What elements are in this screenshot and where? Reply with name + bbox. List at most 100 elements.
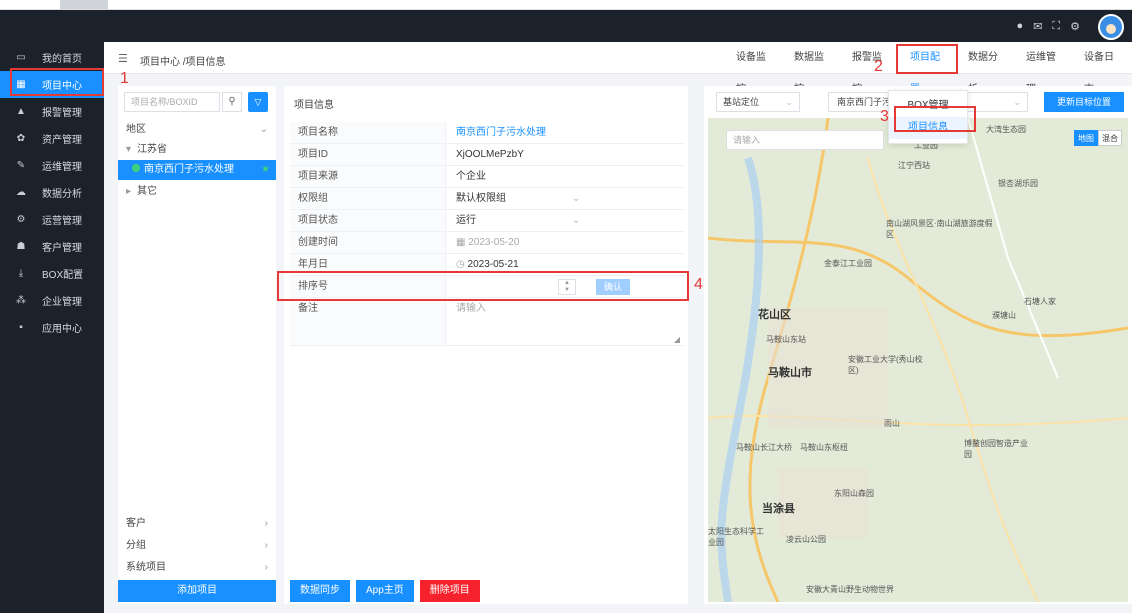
tree-region-header[interactable]: 地区 ⌄ <box>118 120 276 140</box>
group-system[interactable]: 系统项目 › <box>118 558 276 578</box>
browser-chrome <box>0 0 1132 10</box>
sidebar-item-asset[interactable]: ✿ 资产管理 <box>0 125 104 152</box>
asset-icon: ✿ <box>16 133 26 144</box>
location-mode-value: 基站定位 <box>723 97 760 107</box>
callout-number: 3 <box>880 108 889 125</box>
sidebar-item-label: 报警管理 <box>42 108 82 119</box>
tree-other[interactable]: ▸ 其它 <box>118 182 276 202</box>
map-mode-button[interactable]: 地图 <box>1074 130 1098 146</box>
nav-device-monitor[interactable]: 设备监控 <box>726 42 784 95</box>
field-label: 项目名称 <box>290 122 446 143</box>
project-search-input[interactable]: 项目名称/BOXID <box>124 92 220 112</box>
avatar[interactable] <box>1098 14 1124 40</box>
calendar-icon: ▦ <box>456 237 469 248</box>
sidebar-item-alarm[interactable]: ▲ 报警管理 <box>0 98 104 125</box>
map-label: 南山湖风景区·南山湖旅游度假区 <box>886 219 993 239</box>
project-id-value: XjOOLMePzbY <box>456 149 524 160</box>
map-label: 马鞍山长江大桥 <box>736 443 792 452</box>
settings-icon[interactable]: ⚙ <box>1070 20 1080 33</box>
clock-icon: ◷ <box>456 259 468 270</box>
group-customer[interactable]: 客户 › <box>118 514 276 534</box>
callout-number: 2 <box>874 58 883 75</box>
sync-data-button[interactable]: 数据同步 <box>290 580 350 602</box>
tree-province-label: 江苏省 <box>137 144 168 155</box>
delete-project-button[interactable]: 删除项目 <box>419 580 480 602</box>
org-icon: ⁂ <box>16 295 26 306</box>
status-select[interactable]: 运行 ⌄ <box>446 210 684 231</box>
map-label: 石塘人家 <box>1024 297 1056 306</box>
callout-number: 4 <box>694 276 703 293</box>
sidebar-item-label: 企业管理 <box>42 297 82 308</box>
map-search-input[interactable]: 请输入 <box>726 130 884 150</box>
add-project-button[interactable]: 添加项目 <box>118 580 276 602</box>
sidebar-item-box-config[interactable]: ⤓ BOX配置 <box>0 260 104 287</box>
chevron-down-icon: ⌄ <box>785 97 793 107</box>
project-name-value[interactable]: 南京西门子污水处理 <box>446 122 684 143</box>
sidebar-item-apps[interactable]: ▪ 应用中心 <box>0 314 104 341</box>
app-home-button[interactable]: App主页 <box>356 580 414 602</box>
header: ☰ 项目中心 /项目信息 设备监控 数据监控 报警监控 项目配置 数据分析 运维… <box>104 42 1132 95</box>
group-group[interactable]: 分组 › <box>118 536 276 556</box>
location-mode-select[interactable]: 基站定位 ⌄ <box>716 92 800 112</box>
sidebar-item-label: 我的首页 <box>42 54 82 65</box>
nav-data-monitor[interactable]: 数据监控 <box>784 42 842 95</box>
sidebar-item-enterprise[interactable]: ⁂ 企业管理 <box>0 287 104 314</box>
sidebar-item-label: 数据分析 <box>42 189 82 200</box>
resize-handle-icon[interactable]: ◢ <box>674 335 680 345</box>
hybrid-mode-button[interactable]: 混合 <box>1098 130 1122 146</box>
created-date-value: 2023-05-20 <box>468 237 520 248</box>
wrench-icon: ✎ <box>16 160 26 171</box>
group-label: 客户 <box>126 518 146 529</box>
note-textarea[interactable]: 请输入 ◢ <box>446 298 684 345</box>
callout-box-1 <box>10 68 104 96</box>
group-label: 系统项目 <box>126 562 166 573</box>
caret-down-icon: ▾ <box>126 144 132 155</box>
permission-value: 默认权限组 <box>456 193 506 204</box>
mail-icon[interactable]: ✉ <box>1033 20 1042 33</box>
caret-right-icon: ▸ <box>126 186 132 197</box>
sidebar-item-operation[interactable]: ⚙ 运营管理 <box>0 206 104 233</box>
menu-icon[interactable]: ☰ <box>118 52 128 65</box>
nav-maintenance[interactable]: 运维管理 <box>1016 42 1074 95</box>
tree-province[interactable]: ▾ 江苏省 <box>118 140 276 160</box>
nav-alarm-monitor[interactable]: 报警监控 <box>842 42 900 95</box>
sidebar-item-home[interactable]: ▭ 我的首页 <box>0 44 104 71</box>
help-icon[interactable]: ● <box>1017 20 1024 33</box>
project-form: 项目名称 南京西门子污水处理 项目ID XjOOLMePzbY 项目来源 个企业 权限… <box>290 122 684 346</box>
map-type-toggle: 地图 混合 <box>1074 130 1122 146</box>
map-label: 安徽大青山野生动物世界 <box>806 585 894 594</box>
nav-data-analysis[interactable]: 数据分析 <box>958 42 1016 95</box>
sidebar-item-label: 运维管理 <box>42 162 82 173</box>
map-label: 江宁西站 <box>898 161 930 170</box>
sidebar-item-maintenance[interactable]: ✎ 运维管理 <box>0 152 104 179</box>
map-label: 雨山 <box>884 419 900 428</box>
field-label: 权限组 <box>290 188 446 209</box>
field-label: 项目状态 <box>290 210 446 231</box>
sidebar-item-analysis[interactable]: ☁ 数据分析 <box>0 179 104 206</box>
sidebar-item-customer[interactable]: ☗ 客户管理 <box>0 233 104 260</box>
tree-project-item[interactable]: 南京西门子污水处理 ★ <box>118 160 276 180</box>
filter-icon[interactable]: ▽ <box>248 92 268 112</box>
map-view[interactable]: 请输入 地图 混合 工业园 大湾生态园 江宁西站 银杏湖乐园 南山湖风景区·南山湖… <box>708 118 1128 602</box>
nav-device-log[interactable]: 设备日志 <box>1074 42 1132 95</box>
chevron-down-icon: ⌄ <box>572 215 581 226</box>
update-location-button[interactable]: 更新目标位置 <box>1044 92 1124 112</box>
fullscreen-icon[interactable]: ⛶ <box>1052 20 1060 33</box>
tree-region-label: 地区 <box>126 124 146 135</box>
map-label: 马鞍山东站 <box>766 335 806 344</box>
bell-icon: ▲ <box>16 106 26 117</box>
permission-select[interactable]: 默认权限组 ⌄ <box>446 188 684 209</box>
grid-icon: ▪ <box>19 322 23 333</box>
star-icon[interactable]: ★ <box>261 160 270 180</box>
field-label: 创建时间 <box>290 232 446 253</box>
map-label: 博鳌创园智造产业园 <box>964 439 1028 459</box>
project-source-value: 个企业 <box>456 171 486 182</box>
online-dot-icon <box>132 164 140 172</box>
search-icon[interactable]: ⚲ <box>222 92 242 112</box>
action-buttons: 数据同步 App主页 删除项目 <box>290 580 480 602</box>
monitor-icon: ▭ <box>16 52 26 63</box>
browser-tab[interactable] <box>60 0 108 9</box>
cloud-icon: ☁ <box>16 187 26 198</box>
project-info-panel: 项目信息 项目名称 南京西门子污水处理 项目ID XjOOLMePzbY 项目来源个… <box>284 86 688 604</box>
top-icons: ● ✉ ⛶ ⚙ <box>1017 20 1080 33</box>
